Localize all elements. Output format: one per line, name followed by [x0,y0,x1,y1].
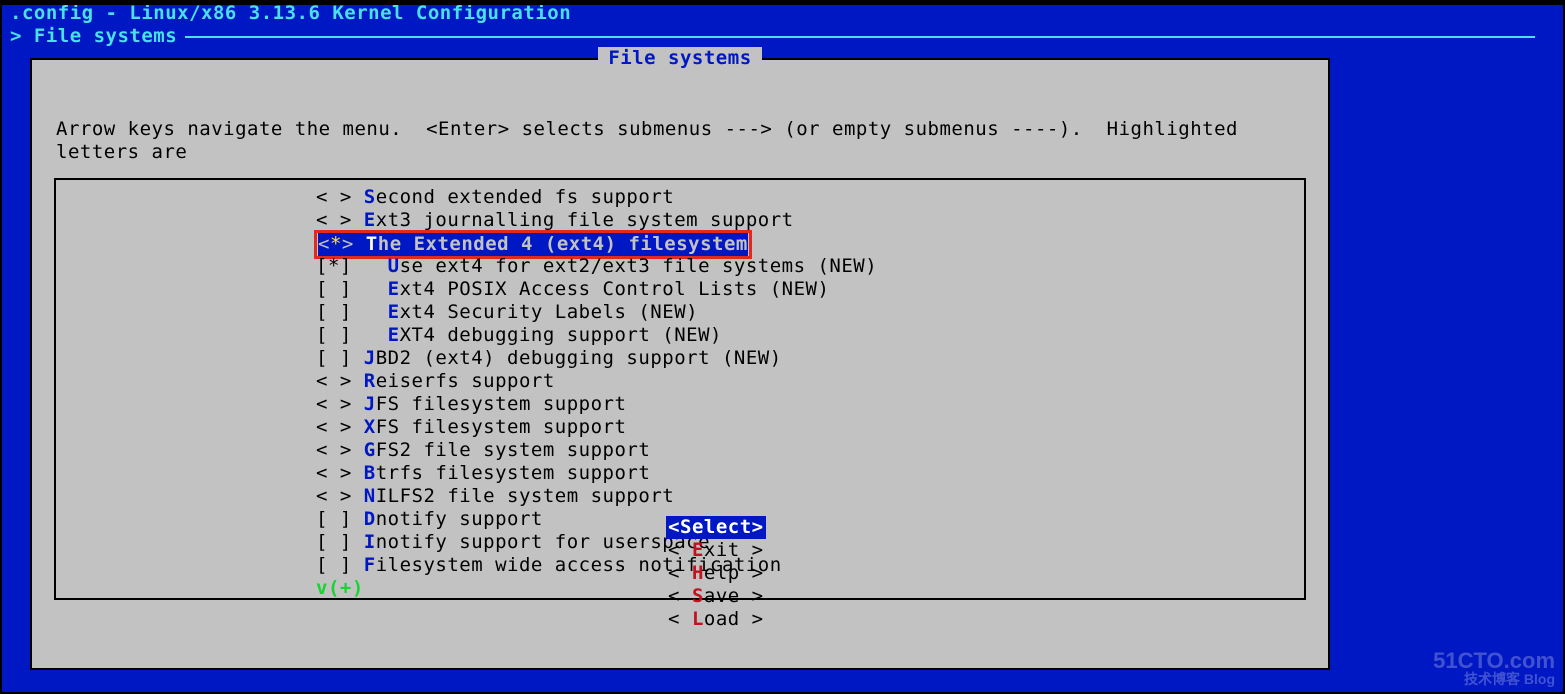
option-state: < > [316,209,364,231]
breadcrumb-rule [185,36,1535,38]
option-label: BD2 (ext4) debugging support (NEW) [376,347,782,369]
option-hotkey: J [364,347,376,369]
state-star: * [330,233,342,255]
option-label: FS filesystem support [376,393,627,415]
option-hotkey: E [388,301,400,323]
option-row[interactable]: < > Second extended fs support [316,186,1304,209]
option-label: trfs filesystem support [376,462,651,484]
btn-hotkey: S [692,585,704,607]
option-label: xt4 POSIX Access Control Lists (NEW) [400,278,830,300]
btn-hotkey: L [692,608,704,630]
option-label: FS filesystem support [376,416,627,438]
option-hotkey: S [364,186,376,208]
option-row[interactable]: <*> The Extended 4 (ext4) filesystem [316,232,1304,255]
option-row[interactable]: < > Ext3 journalling file system support [316,209,1304,232]
watermark-line1: 51CTO.com [1433,652,1555,670]
option-label: se ext4 for ext2/ext3 file systems (NEW) [400,255,878,277]
btn-pre: < [668,608,692,630]
btn-pre: < [668,539,692,561]
help-button[interactable]: < Help > [668,562,764,585]
option-state: [ ] [316,278,388,300]
option-state: [ ] [316,347,364,369]
option-hotkey: G [364,439,376,461]
breadcrumb: > File systems [2,25,1563,48]
option-state: [ ] [316,324,388,346]
terminal-window: .config - Linux/x86 3.13.6 Kernel Config… [0,0,1565,694]
option-row[interactable]: [ ] JBD2 (ext4) debugging support (NEW) [316,347,1304,370]
select-button[interactable]: <Select> [666,516,766,539]
btn-post: ave > [704,585,764,607]
option-label: xt3 journalling file system support [376,209,794,231]
breadcrumb-arrow: > [10,25,34,47]
option-state: [*] [316,255,388,277]
btn-post: xit > [704,539,764,561]
help-line: Arrow keys navigate the menu. <Enter> se… [56,118,1304,164]
btn-post: elp > [704,562,764,584]
selected-option[interactable]: <*> The Extended 4 (ext4) filesystem [318,233,748,256]
btn-hotkey: H [692,562,704,584]
option-label: econd extended fs support [376,186,674,208]
option-row[interactable]: < > GFS2 file system support [316,439,1304,462]
watermark: 51CTO.com 技术博客 Blog [1433,652,1555,688]
option-hotkey: J [364,393,376,415]
menu-panel: File systems Arrow keys navigate the men… [30,58,1330,670]
save-button[interactable]: < Save > [668,585,764,608]
breadcrumb-label: File systems [34,25,177,47]
option-row[interactable]: < > XFS filesystem support [316,416,1304,439]
btn-pre: < [668,585,692,607]
option-state: < > [316,462,364,484]
option-state: < > [316,370,364,392]
window-title: .config - Linux/x86 3.13.6 Kernel Config… [2,2,1563,25]
option-row[interactable]: < > JFS filesystem support [316,393,1304,416]
option-hotkey: R [364,370,376,392]
load-button[interactable]: < Load > [668,608,764,631]
option-hotkey: E [388,278,400,300]
option-label: XT4 debugging support (NEW) [400,324,722,346]
option-row[interactable]: [*] Use ext4 for ext2/ext3 file systems … [316,255,1304,278]
option-state: < > [316,439,364,461]
btn-pre: < [668,562,692,584]
option-hotkey: T [366,233,378,255]
option-row[interactable]: [ ] Ext4 Security Labels (NEW) [316,301,1304,324]
option-row[interactable]: < > Btrfs filesystem support [316,462,1304,485]
option-hotkey: B [364,462,376,484]
exit-button[interactable]: < Exit > [668,539,764,562]
button-bar: <Select> < Exit > < Help > < Save > < Lo… [32,493,1328,654]
option-row[interactable]: [ ] EXT4 debugging support (NEW) [316,324,1304,347]
option-label: he Extended 4 (ext4) filesystem [378,233,748,255]
option-state: < > [316,393,364,415]
option-label: FS2 file system support [376,439,651,461]
state-bracket: < [318,233,330,255]
option-state: [ ] [316,301,388,323]
option-row[interactable]: < > Reiserfs support [316,370,1304,393]
option-state: < > [316,186,364,208]
option-state: < > [316,416,364,438]
btn-post: oad > [704,608,764,630]
option-label: eiserfs support [376,370,555,392]
state-bracket: > [342,233,366,255]
btn-hotkey: E [692,539,704,561]
option-hotkey: X [364,416,376,438]
option-hotkey: E [364,209,376,231]
option-label: xt4 Security Labels (NEW) [400,301,698,323]
option-row[interactable]: [ ] Ext4 POSIX Access Control Lists (NEW… [316,278,1304,301]
option-hotkey: E [388,324,400,346]
highlight-box: <*> The Extended 4 (ext4) filesystem [316,232,750,257]
option-hotkey: U [388,255,400,277]
